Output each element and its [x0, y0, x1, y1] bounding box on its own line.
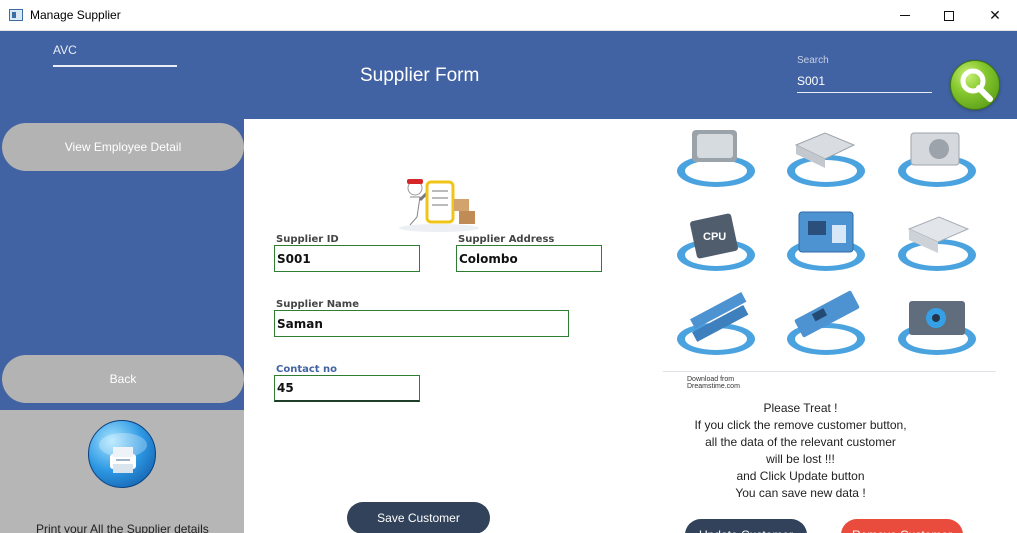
motherboard-part [787, 211, 865, 271]
notice-line-3: will be lost !!! [766, 452, 835, 466]
optical-drive-part [898, 216, 976, 271]
manage-supplier-window: Manage Supplier ✕ AVC Supplier Form Sear… [0, 0, 1017, 533]
notice-line-4: and Click Update button [736, 469, 865, 483]
header-bar: AVC Supplier Form Search [0, 31, 1017, 119]
back-button[interactable]: Back [2, 355, 244, 403]
computer-parts-icon: CPU [677, 130, 976, 355]
title-bar: Manage Supplier ✕ [0, 0, 1017, 31]
download-text: Download from Dreamstime.com [687, 376, 740, 390]
contact-label: Contact no [276, 364, 338, 375]
cpu-label: CPU [703, 231, 726, 243]
search-label: Search [797, 55, 829, 66]
remove-customer-button[interactable]: Remove Customer [841, 519, 963, 533]
maximize-icon [944, 10, 954, 21]
printer-icon [99, 433, 147, 473]
search-button[interactable] [950, 60, 1000, 110]
view-employee-detail-button[interactable]: View Employee Detail [2, 123, 244, 171]
notice-heading: Please Treat ! [763, 401, 838, 415]
computer-parts-illustration: CPU Download from Dreamstime.com [663, 121, 996, 391]
app-window-icon [9, 9, 23, 21]
maximize-button[interactable] [926, 0, 972, 31]
delivery-robot-icon [399, 179, 479, 232]
supplier-address-input[interactable] [456, 245, 602, 272]
magnifier-icon [960, 68, 993, 102]
search-input[interactable] [797, 68, 932, 93]
warning-notice: Please Treat ! If you click the remove c… [656, 400, 945, 502]
network-card-part [787, 290, 865, 355]
page-title: Supplier Form [360, 65, 480, 86]
power-supply-part [898, 132, 976, 187]
download-site-label: Dreamstime.com [687, 383, 740, 390]
ram-part [677, 291, 755, 355]
contact-input[interactable] [274, 375, 420, 402]
cpu-part: CPU [677, 213, 755, 271]
minimize-button[interactable] [882, 0, 928, 31]
hard-drive-part [677, 130, 755, 187]
save-customer-button[interactable]: Save Customer [347, 502, 490, 533]
window-title: Manage Supplier [30, 8, 121, 22]
card-reader-part [787, 132, 865, 187]
supplier-id-input[interactable] [274, 245, 420, 272]
notice-line-5: You can save new data ! [735, 486, 866, 500]
supplier-name-label: Supplier Name [276, 299, 360, 310]
minimize-icon [900, 15, 910, 16]
print-caption: Print your All the Supplier details [36, 522, 209, 533]
supplier-address-label: Supplier Address [458, 234, 555, 245]
notice-line-2: all the data of the relevant customer [705, 435, 896, 449]
close-icon: ✕ [989, 7, 1001, 23]
close-button[interactable]: ✕ [972, 0, 1017, 31]
user-field: AVC [53, 43, 177, 67]
update-customer-button[interactable]: Update Customer [685, 519, 807, 533]
print-button[interactable] [88, 420, 156, 488]
supplier-name-input[interactable] [274, 310, 569, 337]
notice-line-1: If you click the remove customer button, [694, 418, 907, 432]
supplier-id-label: Supplier ID [276, 234, 339, 245]
video-card-part [898, 301, 976, 355]
download-source-label: Download from [687, 376, 735, 383]
